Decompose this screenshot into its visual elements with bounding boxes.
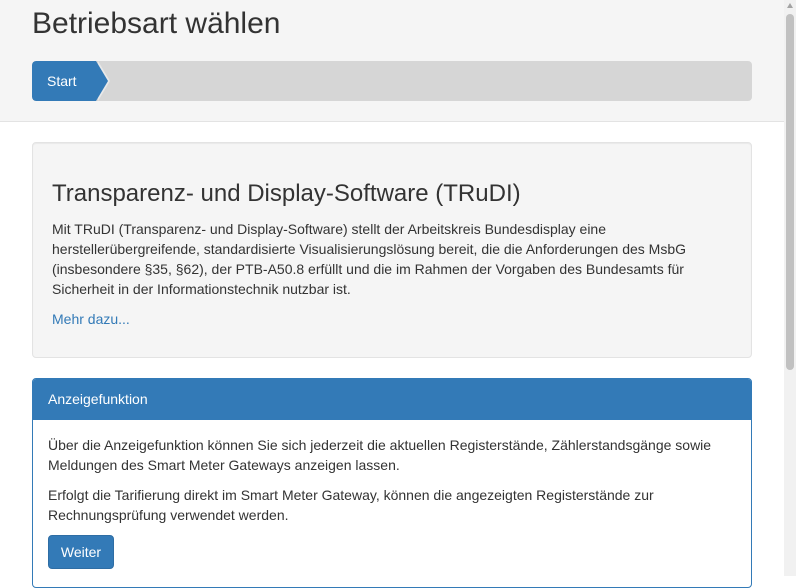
panel-paragraph-1: Über die Anzeigefunktion können Sie sich… — [48, 437, 712, 473]
vertical-scrollbar[interactable] — [784, 0, 796, 576]
scroll-up-arrow-icon[interactable] — [787, 3, 793, 8]
intro-title: Transparenz- und Display-Software (TRuDI… — [52, 180, 521, 207]
progress-steps: Start — [32, 61, 752, 101]
step-start[interactable]: Start — [32, 61, 96, 101]
page-title: Betriebsart wählen — [32, 7, 281, 40]
continue-button[interactable]: Weiter — [48, 535, 114, 569]
scrollbar-thumb[interactable] — [786, 14, 794, 370]
panel-heading: Anzeigefunktion — [33, 379, 751, 420]
display-function-panel: Anzeigefunktion Über die Anzeigefunktion… — [32, 378, 752, 588]
panel-paragraph-2: Erfolgt die Tarifierung direkt im Smart … — [48, 487, 654, 523]
intro-well: Transparenz- und Display-Software (TRuDI… — [32, 142, 752, 358]
more-link[interactable]: Mehr dazu... — [52, 309, 130, 329]
step-arrow — [96, 61, 108, 101]
intro-text: Mit TRuDI (Transparenz- und Display-Soft… — [52, 221, 687, 297]
page-header: Betriebsart wählen Start — [0, 0, 784, 122]
